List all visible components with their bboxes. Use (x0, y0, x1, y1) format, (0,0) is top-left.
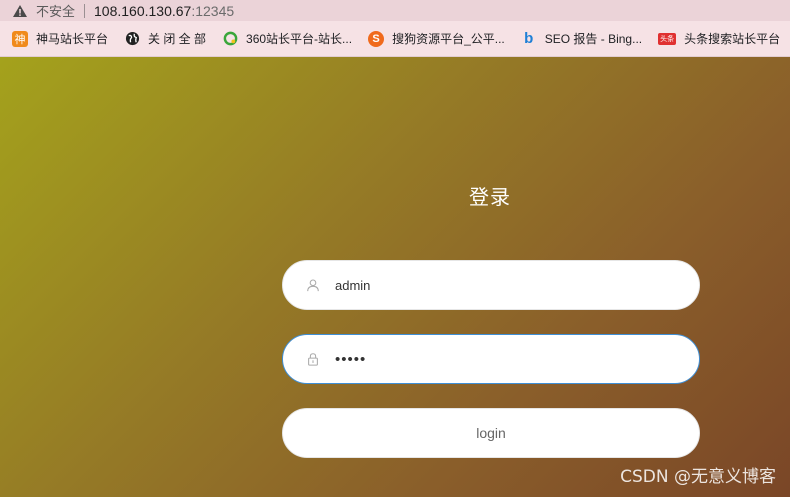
bookmark-360[interactable]: 360站长平台-站长... (222, 30, 352, 47)
bookmark-label: SEO 报告 - Bing... (544, 32, 643, 46)
lock-icon (305, 351, 321, 367)
toutiao-icon: 头条 (658, 32, 677, 45)
bookmark-close-all[interactable]: 关 闭 全 部 (124, 30, 206, 47)
password-input[interactable]: ••••• (335, 351, 655, 368)
bookmark-label: 360站长平台-站长... (246, 32, 353, 46)
bookmarks-bar: 神 神马站长平台 关 闭 全 部 360站长平台-站长... S 搜狗资源平台_… (0, 21, 790, 57)
bing-icon: b (524, 30, 534, 47)
bookmark-sogou[interactable]: S 搜狗资源平台_公平... (368, 30, 505, 47)
username-field[interactable] (282, 260, 700, 310)
url-port[interactable]: :12345 (191, 3, 234, 19)
password-field[interactable]: ••••• (282, 334, 700, 384)
user-icon (305, 277, 321, 293)
sogou-icon: S (368, 30, 385, 47)
login-button[interactable]: login (282, 408, 700, 458)
bookmark-label: 关 闭 全 部 (148, 32, 207, 46)
page-title: 登录 (469, 187, 511, 209)
shenma-icon: 神 (12, 30, 28, 47)
bookmark-label: 神马站长平台 (36, 32, 109, 46)
url-host[interactable]: 108.160.130.67 (94, 3, 191, 19)
bookmark-toutiao[interactable]: 头条 头条搜索站长平台 (658, 30, 780, 47)
login-page: 登录 ••••• login CSDN @无意义博客 (0, 57, 790, 497)
address-divider (84, 3, 86, 18)
address-bar[interactable]: 不安全 108.160.130.67:12345 (0, 0, 790, 21)
watermark: CSDN @无意义博客 (620, 467, 776, 487)
360-icon (222, 31, 238, 47)
bookmark-label: 搜狗资源平台_公平... (392, 32, 505, 46)
username-input[interactable] (335, 277, 655, 293)
globe-icon (124, 31, 140, 47)
insecure-label[interactable]: 不安全 (36, 1, 75, 20)
bookmark-shenma[interactable]: 神 神马站长平台 (12, 30, 108, 47)
bookmark-bing[interactable]: b SEO 报告 - Bing... (521, 30, 642, 47)
bookmark-label: 头条搜索站长平台 (684, 32, 781, 46)
warning-icon[interactable] (12, 3, 30, 19)
